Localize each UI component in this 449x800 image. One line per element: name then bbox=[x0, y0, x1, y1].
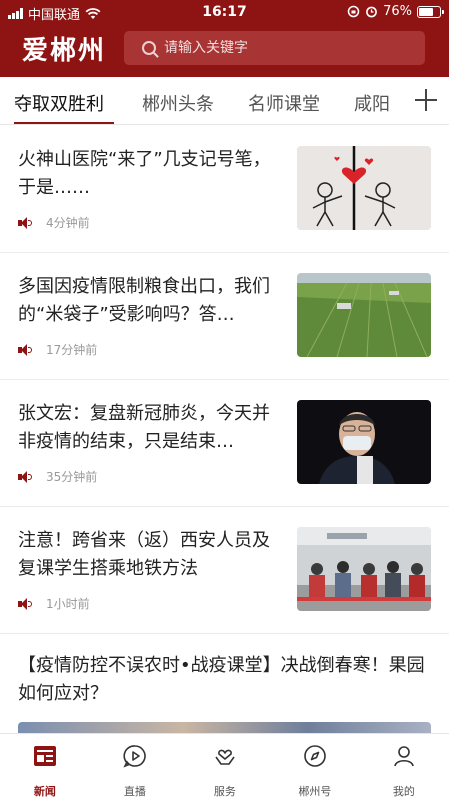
battery-icon bbox=[417, 5, 444, 18]
search-input[interactable] bbox=[164, 40, 404, 56]
nav-label: 郴州号 bbox=[298, 785, 332, 798]
nav-profile[interactable]: 我的 bbox=[359, 734, 449, 800]
news-thumbnail bbox=[297, 273, 431, 357]
news-time: 35分钟前 bbox=[46, 470, 98, 484]
news-item[interactable]: 注意！跨省来（返）西安人员及复课学生搭乘地铁方法 1小时前 bbox=[0, 507, 449, 634]
tab-3[interactable]: 咸阳 bbox=[354, 90, 390, 116]
news-time: 17分钟前 bbox=[46, 343, 98, 357]
bottom-navigation: 新闻 直播 服务 郴州号 我的 bbox=[0, 733, 449, 800]
nav-service[interactable]: 服务 bbox=[180, 734, 270, 800]
news-meta: 35分钟前 bbox=[18, 468, 97, 485]
audio-speaker-icon[interactable] bbox=[18, 343, 32, 356]
news-icon bbox=[34, 746, 56, 766]
audio-speaker-icon[interactable] bbox=[18, 216, 32, 229]
news-meta: 17分钟前 bbox=[18, 341, 97, 358]
tab-0[interactable]: 夺取双胜利 bbox=[14, 90, 104, 116]
news-item-large[interactable]: 【疫情防控不误农时•战疫课堂】决战倒春寒！果园如何应对？ bbox=[0, 634, 449, 742]
nav-news[interactable]: 新闻 bbox=[0, 734, 90, 800]
audio-speaker-icon[interactable] bbox=[18, 470, 32, 483]
service-heart-icon bbox=[215, 749, 235, 765]
news-title: 张文宏：复盘新冠肺炎，今天并非疫情的结束，只是结束… bbox=[18, 403, 270, 452]
live-play-icon bbox=[123, 745, 146, 768]
app-bar: 爱郴州 bbox=[0, 28, 449, 72]
nav-chenzhou-account[interactable]: 郴州号 bbox=[270, 734, 360, 800]
news-time: 4分钟前 bbox=[46, 216, 90, 230]
nav-label: 服务 bbox=[213, 785, 236, 798]
active-tab-indicator bbox=[14, 122, 114, 124]
news-item[interactable]: 张文宏：复盘新冠肺炎，今天并非疫情的结束，只是结束… 35分钟前 bbox=[0, 380, 449, 507]
tab-2[interactable]: 名师课堂 bbox=[248, 90, 320, 116]
news-time: 1小时前 bbox=[46, 597, 90, 611]
compass-icon bbox=[304, 745, 326, 767]
rotation-lock-icon bbox=[347, 5, 360, 18]
alarm-icon bbox=[366, 6, 377, 18]
news-meta: 4分钟前 bbox=[18, 214, 90, 231]
battery-percent: 76% bbox=[383, 4, 412, 19]
nav-label: 我的 bbox=[392, 785, 415, 798]
tab-1[interactable]: 郴州头条 bbox=[142, 90, 214, 116]
channel-tabs: 夺取双胜利 郴州头条 名师课堂 咸阳 bbox=[0, 77, 449, 125]
search-icon bbox=[142, 41, 156, 55]
news-title: 多国因疫情限制粮食出口，我们的“米袋子”受影响吗？答… bbox=[18, 276, 270, 325]
news-item[interactable]: 多国因疫情限制粮食出口，我们的“米袋子”受影响吗？答… 17分钟前 bbox=[0, 253, 449, 380]
news-meta: 1小时前 bbox=[18, 595, 90, 612]
nav-label: 直播 bbox=[123, 785, 146, 798]
news-thumbnail bbox=[297, 400, 431, 484]
app-logo: 爱郴州 bbox=[22, 36, 107, 66]
news-thumbnail bbox=[297, 527, 431, 611]
news-title: 火神山医院“来了”几支记号笔，于是…… bbox=[18, 149, 271, 198]
search-bar[interactable] bbox=[124, 31, 425, 65]
news-item[interactable]: 火神山医院“来了”几支记号笔，于是…… 4分钟前 bbox=[0, 126, 449, 253]
add-channel-icon[interactable] bbox=[415, 89, 437, 111]
news-title: 【疫情防控不误农时•战疫课堂】决战倒春寒！果园如何应对？ bbox=[18, 655, 425, 704]
audio-speaker-icon[interactable] bbox=[18, 597, 32, 610]
profile-icon bbox=[394, 746, 414, 767]
news-thumbnail bbox=[297, 146, 431, 230]
news-title: 注意！跨省来（返）西安人员及复课学生搭乘地铁方法 bbox=[18, 530, 270, 579]
nav-live[interactable]: 直播 bbox=[90, 734, 180, 800]
nav-label: 新闻 bbox=[33, 785, 56, 798]
app-header: 中国联通 16:17 76% 爱郴州 bbox=[0, 0, 449, 77]
status-bar: 中国联通 16:17 76% bbox=[0, 0, 449, 24]
